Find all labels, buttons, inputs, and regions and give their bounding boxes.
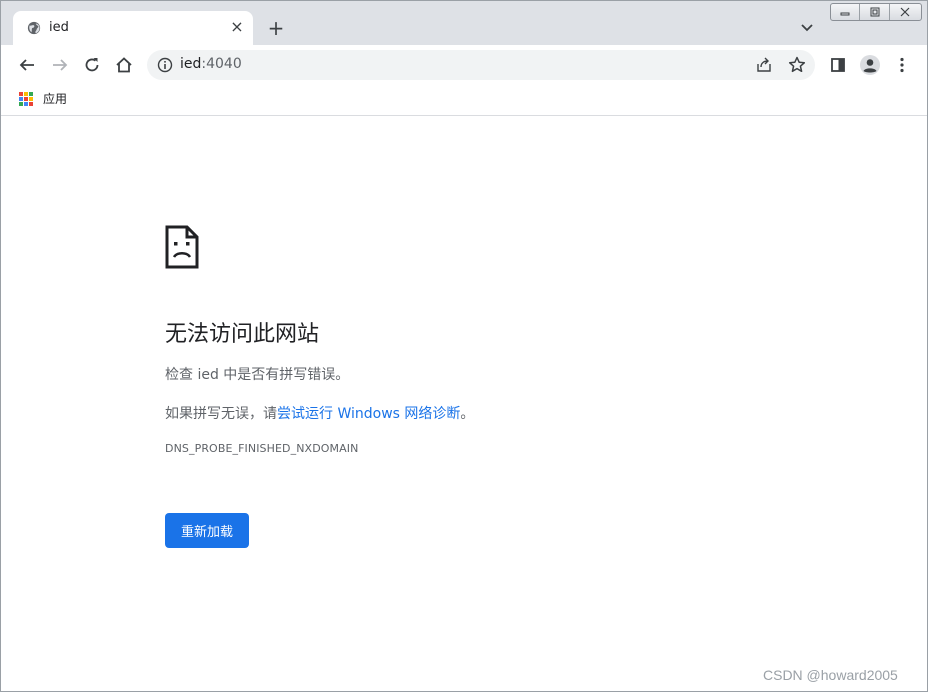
- back-button[interactable]: [15, 53, 39, 77]
- refresh-icon: [85, 58, 99, 72]
- suggestion-prefix: 如果拼写无误，请: [165, 406, 277, 422]
- close-window-button[interactable]: [890, 4, 921, 20]
- error-title: 无法访问此网站: [165, 322, 320, 347]
- url-text[interactable]: ied:4040: [180, 56, 242, 72]
- close-icon: [900, 7, 910, 17]
- restore-icon: [870, 7, 880, 17]
- url-port: :4040: [201, 56, 242, 72]
- forward-button[interactable]: [48, 53, 72, 77]
- reload-page-button[interactable]: 重新加载: [165, 513, 249, 548]
- tab-close-icon[interactable]: ×: [227, 17, 247, 37]
- window-controls: [830, 3, 922, 21]
- side-panel-icon: [831, 58, 845, 72]
- home-icon: [116, 57, 132, 73]
- minimize-icon: [840, 12, 850, 16]
- maximize-button[interactable]: [860, 4, 890, 20]
- globe-icon: [27, 21, 41, 35]
- minimize-button[interactable]: [831, 4, 861, 20]
- tab-strip: ied × +: [1, 1, 927, 45]
- home-button[interactable]: [112, 53, 136, 77]
- bookmark-apps-label: 应用: [43, 92, 68, 106]
- network-diagnostics-link[interactable]: 尝试运行 Windows 网络诊断: [277, 406, 460, 422]
- bookmark-apps[interactable]: 应用: [19, 90, 67, 107]
- sad-document-icon: [165, 225, 199, 269]
- arrow-left-icon: [19, 59, 34, 71]
- error-code: DNS_PROBE_FINISHED_NXDOMAIN: [165, 442, 359, 455]
- star-icon[interactable]: [787, 55, 807, 75]
- menu-button[interactable]: [890, 53, 914, 77]
- new-tab-button[interactable]: +: [264, 16, 288, 40]
- watermark-text: CSDN @howard2005: [763, 667, 898, 683]
- chevron-down-icon[interactable]: [797, 18, 817, 38]
- error-page: 无法访问此网站 检查 ied 中是否有拼写错误。 如果拼写无误，请尝试运行 Wi…: [1, 117, 927, 691]
- more-vertical-icon: [900, 57, 904, 73]
- share-icon[interactable]: [755, 56, 773, 74]
- bookmarks-bar: 应用: [1, 85, 927, 116]
- profile-button[interactable]: [858, 53, 882, 77]
- reload-button[interactable]: [80, 53, 104, 77]
- arrow-right-icon: [53, 59, 68, 71]
- avatar-icon: [860, 55, 880, 75]
- suggestion-suffix: 。: [460, 406, 475, 422]
- info-icon[interactable]: [157, 57, 173, 73]
- browser-window: ied × + ied:4040 应用 无法访问此网站 检查 ied 中是否有拼…: [0, 0, 928, 692]
- tab-ied[interactable]: ied ×: [13, 11, 253, 45]
- tab-title: ied: [49, 20, 69, 35]
- error-suggestion: 如果拼写无误，请尝试运行 Windows 网络诊断。: [165, 403, 474, 423]
- address-bar[interactable]: ied:4040: [147, 50, 815, 80]
- url-host: ied: [180, 56, 202, 72]
- error-check-text: 检查 ied 中是否有拼写错误。: [165, 367, 350, 383]
- toolbar: ied:4040: [1, 45, 927, 85]
- apps-grid-icon: [19, 91, 33, 106]
- side-panel-button[interactable]: [826, 53, 850, 77]
